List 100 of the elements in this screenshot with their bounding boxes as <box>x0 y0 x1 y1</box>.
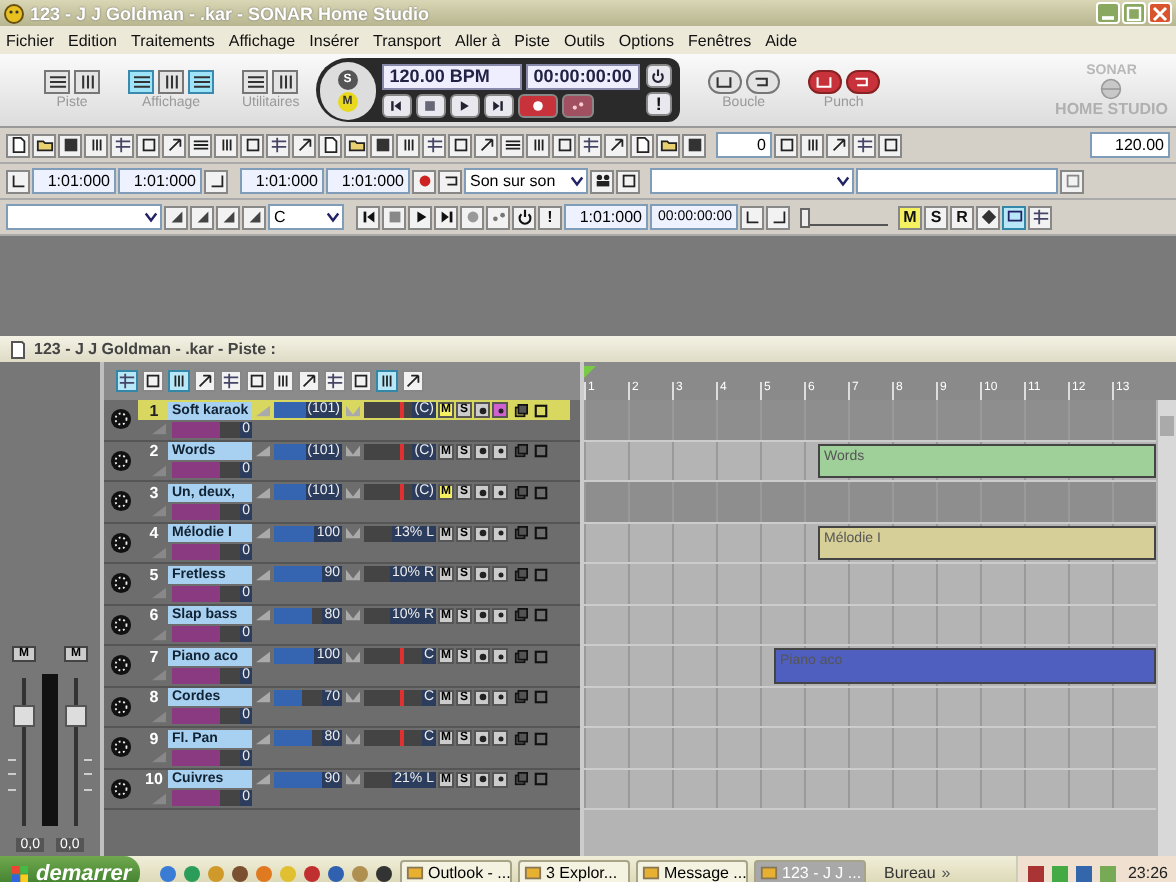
toolbar-button[interactable] <box>396 133 420 157</box>
menu-item[interactable]: Options <box>618 31 674 49</box>
track-lane[interactable] <box>584 482 1156 523</box>
toolbar-button[interactable] <box>272 70 299 94</box>
track-lane[interactable] <box>584 605 1156 646</box>
toolbar-button[interactable] <box>242 205 266 229</box>
toolbar-button[interactable] <box>164 205 188 229</box>
taskbar-button[interactable]: Outlook - ... <box>400 859 512 882</box>
toolbar-button[interactable] <box>168 370 190 392</box>
menu-item[interactable]: Transport <box>373 31 441 49</box>
toolbar-button[interactable] <box>220 370 242 392</box>
echo-button[interactable] <box>492 484 508 501</box>
toolbar-button[interactable] <box>578 133 602 157</box>
toolbar-button[interactable] <box>194 370 216 392</box>
slider[interactable] <box>800 208 888 226</box>
track-lane[interactable] <box>584 400 1156 441</box>
toolbar-button[interactable] <box>976 205 1000 229</box>
toolbar-button[interactable] <box>6 133 30 157</box>
toolbar-button[interactable] <box>84 133 108 157</box>
close-button[interactable] <box>1148 2 1172 24</box>
arm-button[interactable] <box>474 484 490 501</box>
toolbar-button[interactable] <box>190 205 214 229</box>
toolbar-button[interactable] <box>616 169 640 193</box>
power-button[interactable] <box>512 205 536 229</box>
toolbar-button[interactable] <box>324 370 346 392</box>
arm-button[interactable] <box>474 402 490 419</box>
menu-item[interactable]: Fenêtres <box>688 31 752 49</box>
value-field[interactable]: 0 <box>716 132 772 158</box>
menu-item[interactable]: Traitements <box>130 31 215 49</box>
minimize-button[interactable] <box>1096 2 1120 24</box>
toolbar-button[interactable]: S <box>924 205 948 229</box>
toolbar-button[interactable] <box>656 133 680 157</box>
time-field[interactable]: 1:01:000 <box>326 168 410 194</box>
tempo-field[interactable]: 120.00 <box>1090 132 1170 158</box>
toolbar-button[interactable] <box>136 133 160 157</box>
menu-item[interactable]: Affichage <box>228 31 296 49</box>
menu-item[interactable]: Aller à <box>454 31 501 49</box>
toolbar-button[interactable] <box>826 133 850 157</box>
track-lane[interactable] <box>584 769 1156 810</box>
toolbar-button[interactable] <box>350 370 372 392</box>
toolbar-button[interactable] <box>376 370 398 392</box>
arm-button[interactable] <box>474 771 490 788</box>
toolbar-button[interactable] <box>32 133 56 157</box>
dropdown[interactable] <box>650 168 854 194</box>
now-time-field[interactable]: 1:01:000 <box>564 204 648 230</box>
alert-button[interactable]: ! <box>538 205 562 229</box>
tempo-display[interactable]: 120.00 BPM <box>381 63 522 89</box>
record-button[interactable] <box>517 93 558 117</box>
echo-button[interactable] <box>492 648 508 665</box>
start-button[interactable]: demarrer <box>0 856 140 882</box>
toolbar-button[interactable] <box>188 70 214 94</box>
toolbar-button[interactable] <box>526 133 550 157</box>
toolbar-button[interactable] <box>162 133 186 157</box>
toolbar-button[interactable] <box>110 133 134 157</box>
track-lane[interactable] <box>584 728 1156 769</box>
menu-item[interactable]: Fichier <box>6 31 55 49</box>
toolbar-button[interactable] <box>116 370 138 392</box>
tray-icon[interactable] <box>1025 863 1046 882</box>
toolbar-button[interactable] <box>74 70 100 94</box>
toolbar-button[interactable] <box>216 205 240 229</box>
toolbar-button[interactable] <box>298 370 320 392</box>
time-field[interactable]: 1:01:000 <box>240 168 324 194</box>
toolbar-button[interactable]: R <box>950 205 974 229</box>
end-button[interactable] <box>483 93 514 117</box>
toolbar-button[interactable] <box>142 370 164 392</box>
play-button[interactable] <box>408 205 432 229</box>
toolbar-button[interactable] <box>318 133 342 157</box>
toolbar-button[interactable] <box>474 133 498 157</box>
toolbar-button[interactable] <box>878 133 902 157</box>
toolbar-button[interactable] <box>242 70 269 94</box>
toolbar-button[interactable] <box>448 133 472 157</box>
menu-item[interactable]: Aide <box>765 31 798 49</box>
toolbar-button[interactable] <box>58 133 82 157</box>
arm-button[interactable] <box>474 566 490 583</box>
arm-button[interactable] <box>474 689 490 706</box>
maximize-button[interactable] <box>1122 2 1146 24</box>
echo-button[interactable] <box>492 566 508 583</box>
toolbar-button[interactable] <box>552 133 576 157</box>
echo-button[interactable] <box>492 607 508 624</box>
stop-button[interactable] <box>415 93 446 117</box>
toolbar-button[interactable] <box>807 70 842 94</box>
toolbar-button[interactable] <box>682 133 706 157</box>
record-options-button[interactable] <box>561 93 594 117</box>
menu-item[interactable]: Edition <box>68 31 117 49</box>
toolbar-button[interactable] <box>1028 205 1052 229</box>
toolbar-button[interactable] <box>438 169 462 193</box>
echo-button[interactable] <box>492 730 508 747</box>
toolbar-label[interactable]: Bureau <box>884 864 936 882</box>
play-button[interactable] <box>449 93 480 117</box>
toolbar-button[interactable] <box>707 70 742 94</box>
time-field[interactable]: 1:01:000 <box>118 168 202 194</box>
toolbar-button[interactable] <box>422 133 446 157</box>
end-button[interactable] <box>434 205 458 229</box>
menu-item[interactable]: Outils <box>563 31 605 49</box>
taskbar-button[interactable]: 3 Explor... <box>518 859 630 882</box>
toolbar-button[interactable] <box>402 370 424 392</box>
track-lane[interactable] <box>584 564 1156 605</box>
toolbar-button[interactable] <box>158 70 184 94</box>
toolbar-button[interactable] <box>590 169 614 193</box>
toolbar-button[interactable] <box>246 370 268 392</box>
